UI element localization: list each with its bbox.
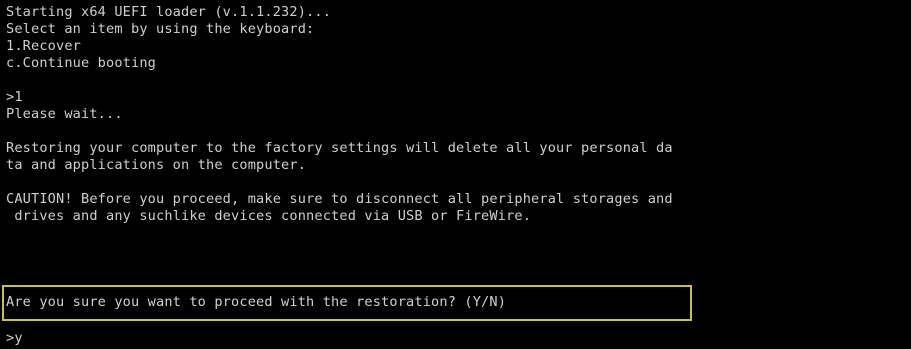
please-wait-line: Please wait... (6, 106, 123, 122)
caution-line: drives and any suchlike devices connecte… (6, 208, 532, 224)
menu-option-continue-booting[interactable]: c.Continue booting (6, 55, 156, 72)
menu-option-recover[interactable]: 1.Recover (6, 38, 81, 55)
restore-warning-line: Restoring your computer to the factory s… (6, 140, 673, 156)
uefi-console-screen: Starting x64 UEFI loader (v.1.1.232)... … (0, 0, 911, 349)
command-input-line[interactable]: >y (6, 330, 23, 347)
restore-warning-line: ta and applications on the computer. (6, 157, 307, 173)
caution-line: CAUTION! Before you proceed, make sure t… (6, 191, 673, 207)
confirm-question-line: Are you sure you want to proceed with th… (6, 294, 507, 310)
loader-title-line: Starting x64 UEFI loader (v.1.1.232)... (6, 4, 332, 20)
user-input-line: >1 (6, 89, 23, 105)
select-prompt-line: Select an item by using the keyboard: (6, 21, 315, 37)
